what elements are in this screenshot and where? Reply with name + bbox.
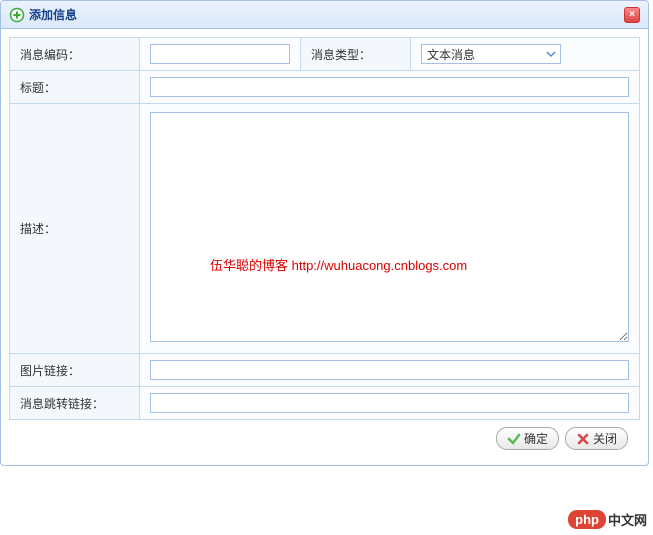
php-pill: php: [568, 510, 606, 529]
cell-msg-type: 文本消息: [411, 38, 640, 71]
dialog-title-wrap: 添加信息: [9, 6, 77, 23]
image-link-input[interactable]: [150, 360, 629, 380]
msg-type-value: 文本消息: [427, 46, 475, 63]
ok-button-label: 确定: [524, 430, 548, 447]
check-icon: [507, 432, 521, 446]
cell-msg-code: [140, 38, 301, 71]
dialog-close-button[interactable]: ×: [624, 7, 640, 23]
php-text: 中文网: [608, 510, 647, 529]
dialog-title: 添加信息: [29, 6, 77, 23]
ok-button[interactable]: 确定: [496, 427, 559, 450]
label-msg-type: 消息类型：: [301, 38, 411, 71]
chevron-down-icon: [544, 47, 558, 61]
row-title: 标题：: [10, 71, 640, 104]
dialog-body: 消息编码： 消息类型： 文本消息 标题：: [1, 29, 648, 465]
form-table: 消息编码： 消息类型： 文本消息 标题：: [9, 37, 640, 420]
cell-jump-link: [140, 387, 640, 420]
dialog-footer: 确定 关闭: [9, 420, 640, 457]
row-image-link: 图片链接：: [10, 354, 640, 387]
msg-code-input[interactable]: [150, 44, 290, 64]
x-icon: [576, 432, 590, 446]
row-desc: 描述：: [10, 104, 640, 354]
label-title: 标题：: [10, 71, 140, 104]
close-button-label: 关闭: [593, 430, 617, 447]
cell-title: [140, 71, 640, 104]
add-icon: [9, 7, 25, 23]
label-desc: 描述：: [10, 104, 140, 354]
label-image-link: 图片链接：: [10, 354, 140, 387]
title-input[interactable]: [150, 77, 629, 97]
cell-image-link: [140, 354, 640, 387]
close-icon: ×: [629, 9, 635, 20]
php-cn-badge: php 中文网: [568, 510, 647, 529]
desc-textarea[interactable]: [150, 112, 629, 342]
row-msg-code-type: 消息编码： 消息类型： 文本消息: [10, 38, 640, 71]
add-info-dialog: 添加信息 × 消息编码： 消息类型： 文本消息: [0, 0, 649, 466]
label-jump-link: 消息跳转链接：: [10, 387, 140, 420]
row-jump-link: 消息跳转链接：: [10, 387, 640, 420]
label-msg-code: 消息编码：: [10, 38, 140, 71]
cell-desc: [140, 104, 640, 354]
close-button[interactable]: 关闭: [565, 427, 628, 450]
dialog-header: 添加信息 ×: [1, 1, 648, 29]
jump-link-input[interactable]: [150, 393, 629, 413]
msg-type-combobox[interactable]: 文本消息: [421, 44, 561, 64]
